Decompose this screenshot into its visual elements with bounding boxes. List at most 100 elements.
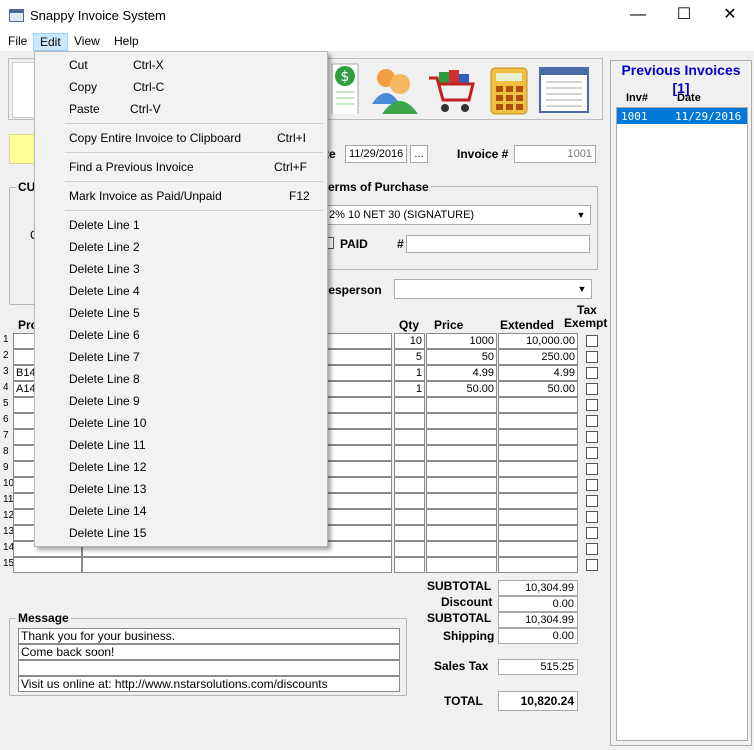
qty-cell[interactable] (394, 557, 425, 573)
terms-select[interactable]: 2% 10 NET 30 (SIGNATURE) ▼ (325, 205, 591, 225)
salesperson-select[interactable]: ▼ (394, 279, 592, 299)
tax-exempt-checkbox[interactable] (586, 527, 598, 539)
edit-menu-item[interactable]: Delete Line 15 (36, 522, 326, 544)
shipping-field[interactable]: 0.00 (498, 628, 578, 644)
menu-item-label: Delete Line 6 (69, 328, 140, 342)
product-cell[interactable] (13, 557, 82, 573)
qty-cell[interactable] (394, 445, 425, 461)
tax-exempt-checkbox[interactable] (586, 415, 598, 427)
qty-cell[interactable] (394, 413, 425, 429)
price-cell[interactable] (426, 445, 497, 461)
tax-exempt-checkbox[interactable] (586, 399, 598, 411)
edit-menu-item[interactable]: Delete Line 12 (36, 456, 326, 478)
tax-exempt-checkbox[interactable] (586, 335, 598, 347)
customers-icon[interactable] (368, 64, 420, 116)
edit-menu-item[interactable]: Paste Ctrl-V (36, 98, 326, 120)
qty-cell[interactable] (394, 397, 425, 413)
tax-exempt-checkbox[interactable] (586, 479, 598, 491)
menu-view[interactable]: View (68, 33, 106, 51)
price-cell[interactable]: 50.00 (426, 381, 497, 397)
price-cell[interactable] (426, 493, 497, 509)
qty-cell[interactable] (394, 477, 425, 493)
tax-exempt-checkbox[interactable] (586, 511, 598, 523)
edit-menu-item[interactable]: Delete Line 5 (36, 302, 326, 324)
tax-exempt-checkbox[interactable] (586, 383, 598, 395)
qty-cell[interactable] (394, 461, 425, 477)
price-cell[interactable] (426, 509, 497, 525)
qty-cell[interactable] (394, 493, 425, 509)
date-field[interactable]: 11/29/2016 (345, 145, 407, 163)
menu-separator (65, 181, 323, 182)
extended-cell (498, 525, 578, 541)
qty-cell[interactable] (394, 541, 425, 557)
price-cell[interactable] (426, 397, 497, 413)
calculator-icon[interactable] (483, 64, 535, 116)
menu-help[interactable]: Help (108, 33, 145, 51)
row-number: 12 (3, 510, 15, 521)
edit-menu-item[interactable]: Delete Line 2 (36, 236, 326, 258)
qty-cell[interactable] (394, 509, 425, 525)
price-cell[interactable] (426, 429, 497, 445)
previous-invoices-list[interactable] (616, 107, 748, 741)
price-cell[interactable] (426, 557, 497, 573)
previous-invoice-row[interactable]: 1001 11/29/2016 (617, 108, 747, 124)
edit-menu-item[interactable]: Delete Line 4 (36, 280, 326, 302)
new-invoice-icon[interactable] (12, 62, 36, 118)
message-line-3[interactable] (18, 660, 400, 676)
edit-menu-item[interactable]: Cut Ctrl-X (36, 54, 326, 76)
edit-menu-item[interactable]: Delete Line 8 (36, 368, 326, 390)
description-cell[interactable] (82, 557, 392, 573)
menu-separator (65, 123, 323, 124)
tax-exempt-checkbox[interactable] (586, 367, 598, 379)
edit-menu-item[interactable]: Delete Line 11 (36, 434, 326, 456)
qty-cell[interactable]: 5 (394, 349, 425, 365)
tax-exempt-checkbox[interactable] (586, 495, 598, 507)
minimize-button[interactable]: — (615, 0, 661, 31)
edit-menu-item[interactable]: Delete Line 7 (36, 346, 326, 368)
message-line-1[interactable]: Thank you for your business. (18, 628, 400, 644)
price-cell[interactable]: 1000 (426, 333, 497, 349)
qty-cell[interactable]: 10 (394, 333, 425, 349)
edit-menu-item[interactable]: Delete Line 3 (36, 258, 326, 280)
edit-menu-item[interactable]: Copy Entire Invoice to Clipboard Ctrl+I (36, 127, 326, 149)
menu-file[interactable]: File (2, 33, 33, 51)
price-cell[interactable] (426, 525, 497, 541)
price-cell[interactable]: 50 (426, 349, 497, 365)
qty-cell[interactable]: 1 (394, 381, 425, 397)
invoice-number-field[interactable]: 1001 (514, 145, 596, 163)
edit-menu-item[interactable]: Delete Line 13 (36, 478, 326, 500)
edit-menu-item[interactable]: Delete Line 1 (36, 214, 326, 236)
tax-exempt-checkbox[interactable] (586, 431, 598, 443)
message-line-2[interactable]: Come back soon! (18, 644, 400, 660)
edit-menu-item[interactable]: Delete Line 9 (36, 390, 326, 412)
edit-menu-item[interactable]: Copy Ctrl-C (36, 76, 326, 98)
close-button[interactable]: ✕ (707, 0, 753, 31)
shopping-cart-icon[interactable] (425, 64, 477, 116)
paid-reference-field[interactable] (406, 235, 590, 253)
qty-cell[interactable] (394, 525, 425, 541)
price-cell[interactable] (426, 413, 497, 429)
discount-field[interactable]: 0.00 (498, 596, 578, 612)
price-cell[interactable]: 4.99 (426, 365, 497, 381)
date-picker-button[interactable]: ... (410, 145, 428, 163)
menu-item-shortcut: F12 (289, 189, 310, 203)
edit-menu-item[interactable]: Delete Line 6 (36, 324, 326, 346)
price-cell[interactable] (426, 541, 497, 557)
edit-menu-item[interactable]: Delete Line 14 (36, 500, 326, 522)
tax-exempt-checkbox[interactable] (586, 543, 598, 555)
message-line-4[interactable]: Visit us online at: http://www.nstarsolu… (18, 676, 400, 692)
qty-cell[interactable]: 1 (394, 365, 425, 381)
tax-exempt-checkbox[interactable] (586, 351, 598, 363)
report-window-icon[interactable] (538, 64, 590, 116)
price-cell[interactable] (426, 461, 497, 477)
tax-exempt-checkbox[interactable] (586, 447, 598, 459)
edit-menu-item[interactable]: Delete Line 10 (36, 412, 326, 434)
maximize-button[interactable]: ☐ (661, 0, 707, 31)
tax-exempt-checkbox[interactable] (586, 463, 598, 475)
price-cell[interactable] (426, 477, 497, 493)
edit-menu-item[interactable]: Find a Previous Invoice Ctrl+F (36, 156, 326, 178)
tax-exempt-checkbox[interactable] (586, 559, 598, 571)
menu-edit[interactable]: Edit (33, 33, 68, 51)
edit-menu-item[interactable]: Mark Invoice as Paid/Unpaid F12 (36, 185, 326, 207)
qty-cell[interactable] (394, 429, 425, 445)
